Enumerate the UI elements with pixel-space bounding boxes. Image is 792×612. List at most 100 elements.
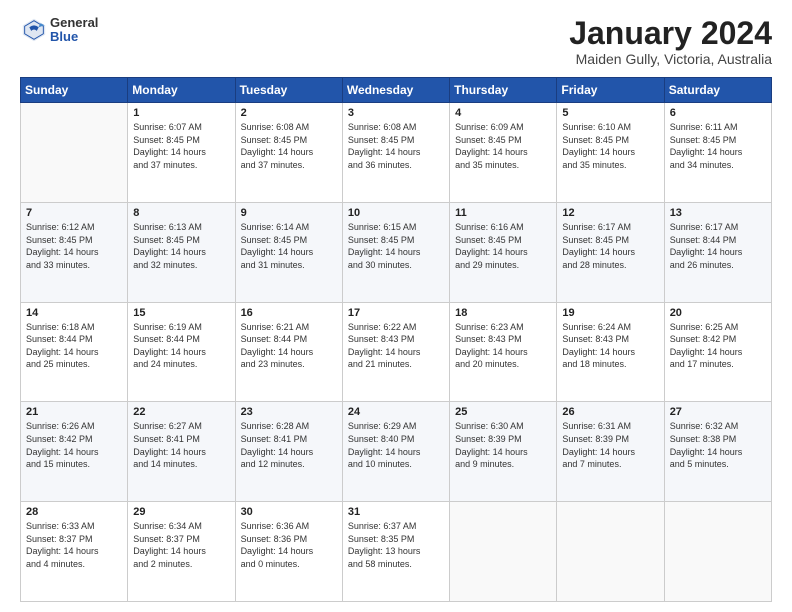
day-number: 9 [241, 207, 337, 219]
day-info: Sunrise: 6:07 AM Sunset: 8:45 PM Dayligh… [133, 121, 229, 171]
calendar-table: SundayMondayTuesdayWednesdayThursdayFrid… [20, 77, 772, 602]
calendar-cell: 26 Sunrise: 6:31 AM Sunset: 8:39 PM Dayli… [557, 402, 664, 502]
day-info: Sunrise: 6:09 AM Sunset: 8:45 PM Dayligh… [455, 121, 551, 171]
day-info: Sunrise: 6:17 AM Sunset: 8:44 PM Dayligh… [670, 221, 766, 271]
day-number: 12 [562, 207, 658, 219]
day-number: 7 [26, 207, 122, 219]
calendar-cell: 18Sunrise: 6:23 AM Sunset: 8:43 PM Dayli… [450, 302, 557, 402]
day-header-sunday: Sunday [21, 78, 128, 103]
logo-blue: Blue [50, 30, 98, 44]
day-number: 15 [133, 307, 229, 319]
day-info: Sunrise: 6:17 AM Sunset: 8:45 PM Dayligh… [562, 221, 658, 271]
day-number: 16 [241, 307, 337, 319]
day-number: 26 [562, 406, 658, 418]
day-info: Sunrise: 6:28 AM Sunset: 8:41 PM Dayligh… [241, 420, 337, 470]
calendar-cell: 27 Sunrise: 6:32 AM Sunset: 8:38 PM Dayli… [664, 402, 771, 502]
day-number: 25 [455, 406, 551, 418]
calendar-header-row: SundayMondayTuesdayWednesdayThursdayFrid… [21, 78, 772, 103]
header: General Blue January 2024 Maiden Gully, … [20, 16, 772, 67]
calendar-cell: 14 Sunrise: 6:18 AM Sunset: 8:44 PM Dayli… [21, 302, 128, 402]
day-number: 21 [26, 406, 122, 418]
day-number: 3 [348, 107, 444, 119]
day-number: 14 [26, 307, 122, 319]
day-number: 24 [348, 406, 444, 418]
calendar-cell: 28Sunrise: 6:33 AM Sunset: 8:37 PM Dayli… [21, 502, 128, 602]
day-number: 31 [348, 506, 444, 518]
calendar-cell: 1Sunrise: 6:07 AM Sunset: 8:45 PM Daylig… [128, 103, 235, 203]
month-title: January 2024 [569, 16, 772, 51]
day-info: Sunrise: 6:08 AM Sunset: 8:45 PM Dayligh… [241, 121, 337, 171]
day-info: Sunrise: 6:31 AM Sunset: 8:39 PM Dayligh… [562, 420, 658, 470]
page: General Blue January 2024 Maiden Gully, … [0, 0, 792, 612]
day-info: Sunrise: 6:21 AM Sunset: 8:44 PM Dayligh… [241, 321, 337, 371]
calendar-cell [557, 502, 664, 602]
day-header-saturday: Saturday [664, 78, 771, 103]
title-block: January 2024 Maiden Gully, Victoria, Aus… [569, 16, 772, 67]
day-header-wednesday: Wednesday [342, 78, 449, 103]
calendar-cell: 8 Sunrise: 6:13 AM Sunset: 8:45 PM Daylig… [128, 202, 235, 302]
logo-general: General [50, 16, 98, 30]
day-info: Sunrise: 6:25 AM Sunset: 8:42 PM Dayligh… [670, 321, 766, 371]
calendar-week-row: 28Sunrise: 6:33 AM Sunset: 8:37 PM Dayli… [21, 502, 772, 602]
day-number: 6 [670, 107, 766, 119]
day-info: Sunrise: 6:34 AM Sunset: 8:37 PM Dayligh… [133, 520, 229, 570]
day-number: 28 [26, 506, 122, 518]
day-number: 17 [348, 307, 444, 319]
day-number: 29 [133, 506, 229, 518]
day-number: 8 [133, 207, 229, 219]
day-number: 2 [241, 107, 337, 119]
day-info: Sunrise: 6:27 AM Sunset: 8:41 PM Dayligh… [133, 420, 229, 470]
calendar-cell: 9 Sunrise: 6:14 AM Sunset: 8:45 PM Daylig… [235, 202, 342, 302]
calendar-cell: 6Sunrise: 6:11 AM Sunset: 8:45 PM Daylig… [664, 103, 771, 203]
day-number: 5 [562, 107, 658, 119]
day-number: 22 [133, 406, 229, 418]
day-info: Sunrise: 6:12 AM Sunset: 8:45 PM Dayligh… [26, 221, 122, 271]
day-number: 10 [348, 207, 444, 219]
day-info: Sunrise: 6:13 AM Sunset: 8:45 PM Dayligh… [133, 221, 229, 271]
day-info: Sunrise: 6:18 AM Sunset: 8:44 PM Dayligh… [26, 321, 122, 371]
calendar-cell: 23 Sunrise: 6:28 AM Sunset: 8:41 PM Dayli… [235, 402, 342, 502]
day-number: 27 [670, 406, 766, 418]
day-number: 4 [455, 107, 551, 119]
day-info: Sunrise: 6:22 AM Sunset: 8:43 PM Dayligh… [348, 321, 444, 371]
calendar-week-row: 1Sunrise: 6:07 AM Sunset: 8:45 PM Daylig… [21, 103, 772, 203]
day-info: Sunrise: 6:32 AM Sunset: 8:38 PM Dayligh… [670, 420, 766, 470]
calendar-cell: 19Sunrise: 6:24 AM Sunset: 8:43 PM Dayli… [557, 302, 664, 402]
day-info: Sunrise: 6:30 AM Sunset: 8:39 PM Dayligh… [455, 420, 551, 470]
day-info: Sunrise: 6:26 AM Sunset: 8:42 PM Dayligh… [26, 420, 122, 470]
calendar-cell: 7 Sunrise: 6:12 AM Sunset: 8:45 PM Daylig… [21, 202, 128, 302]
calendar-cell: 20 Sunrise: 6:25 AM Sunset: 8:42 PM Dayli… [664, 302, 771, 402]
calendar-cell: 4 Sunrise: 6:09 AM Sunset: 8:45 PM Daylig… [450, 103, 557, 203]
logo-icon [20, 16, 48, 44]
calendar-cell: 3 Sunrise: 6:08 AM Sunset: 8:45 PM Daylig… [342, 103, 449, 203]
day-info: Sunrise: 6:29 AM Sunset: 8:40 PM Dayligh… [348, 420, 444, 470]
day-number: 23 [241, 406, 337, 418]
day-number: 30 [241, 506, 337, 518]
day-header-friday: Friday [557, 78, 664, 103]
day-header-monday: Monday [128, 78, 235, 103]
calendar-week-row: 7 Sunrise: 6:12 AM Sunset: 8:45 PM Daylig… [21, 202, 772, 302]
calendar-cell: 25 Sunrise: 6:30 AM Sunset: 8:39 PM Dayli… [450, 402, 557, 502]
calendar-cell: 15 Sunrise: 6:19 AM Sunset: 8:44 PM Dayli… [128, 302, 235, 402]
day-info: Sunrise: 6:24 AM Sunset: 8:43 PM Dayligh… [562, 321, 658, 371]
location-subtitle: Maiden Gully, Victoria, Australia [569, 51, 772, 67]
day-info: Sunrise: 6:08 AM Sunset: 8:45 PM Dayligh… [348, 121, 444, 171]
calendar-cell [21, 103, 128, 203]
calendar-cell: 5Sunrise: 6:10 AM Sunset: 8:45 PM Daylig… [557, 103, 664, 203]
day-info: Sunrise: 6:36 AM Sunset: 8:36 PM Dayligh… [241, 520, 337, 570]
day-info: Sunrise: 6:19 AM Sunset: 8:44 PM Dayligh… [133, 321, 229, 371]
day-header-tuesday: Tuesday [235, 78, 342, 103]
day-info: Sunrise: 6:23 AM Sunset: 8:43 PM Dayligh… [455, 321, 551, 371]
day-number: 11 [455, 207, 551, 219]
calendar-cell: 12 Sunrise: 6:17 AM Sunset: 8:45 PM Dayli… [557, 202, 664, 302]
logo: General Blue [20, 16, 98, 45]
calendar-cell: 30 Sunrise: 6:36 AM Sunset: 8:36 PM Dayli… [235, 502, 342, 602]
day-info: Sunrise: 6:37 AM Sunset: 8:35 PM Dayligh… [348, 520, 444, 570]
calendar-cell: 21 Sunrise: 6:26 AM Sunset: 8:42 PM Dayli… [21, 402, 128, 502]
day-info: Sunrise: 6:14 AM Sunset: 8:45 PM Dayligh… [241, 221, 337, 271]
calendar-week-row: 21 Sunrise: 6:26 AM Sunset: 8:42 PM Dayli… [21, 402, 772, 502]
day-number: 20 [670, 307, 766, 319]
calendar-cell: 10Sunrise: 6:15 AM Sunset: 8:45 PM Dayli… [342, 202, 449, 302]
calendar-cell: 13Sunrise: 6:17 AM Sunset: 8:44 PM Dayli… [664, 202, 771, 302]
calendar-cell: 2 Sunrise: 6:08 AM Sunset: 8:45 PM Daylig… [235, 103, 342, 203]
